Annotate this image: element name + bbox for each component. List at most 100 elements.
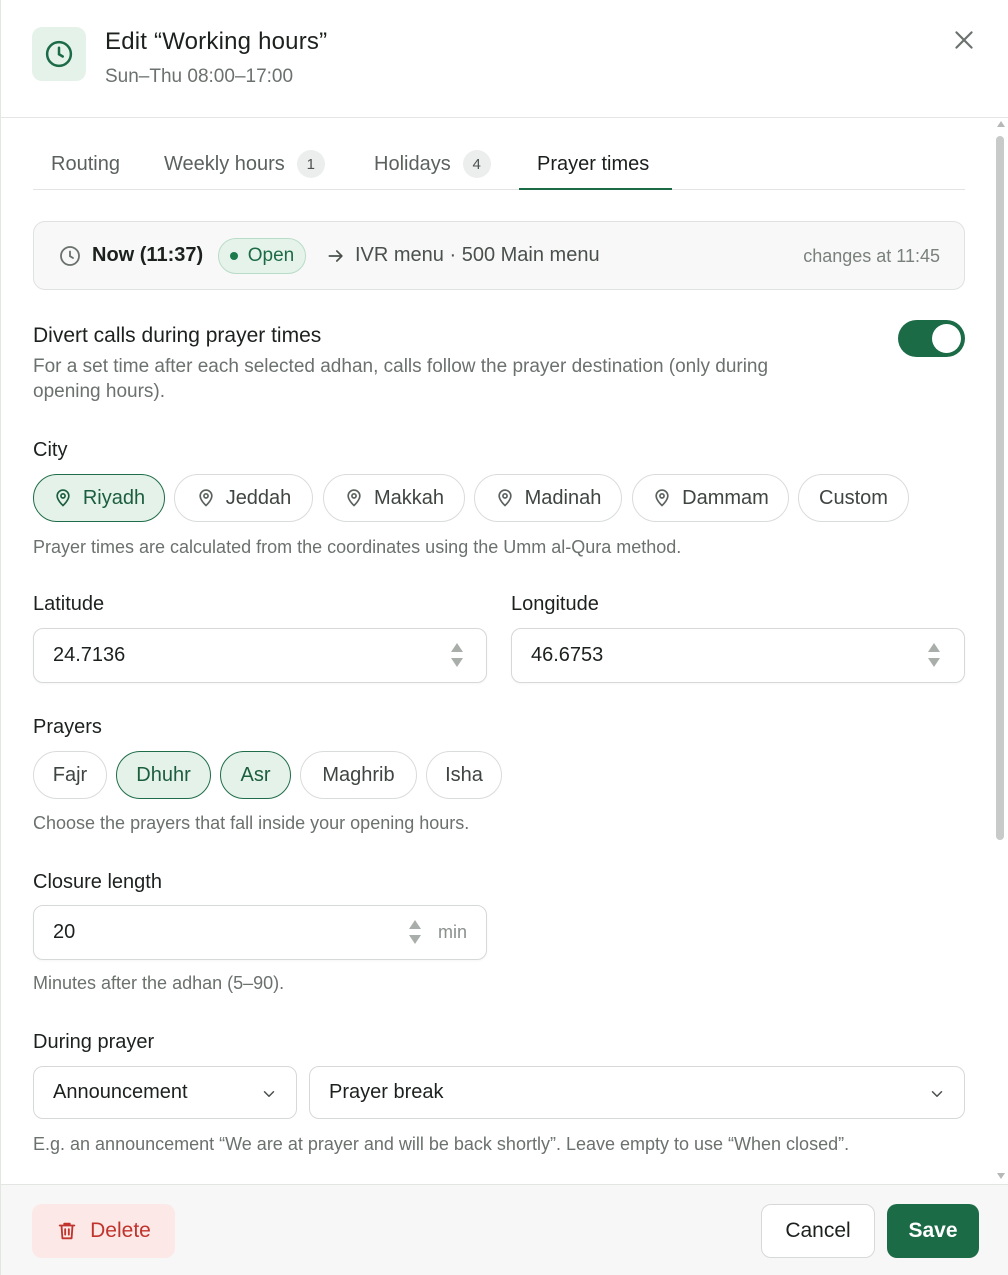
stepper-up-icon — [451, 643, 463, 652]
closure-value: 20 — [53, 921, 76, 943]
status-dot — [229, 252, 238, 260]
chip-label: Madinah — [524, 486, 602, 509]
map-pin-icon — [497, 489, 512, 507]
prayers-label: Prayers — [33, 716, 102, 738]
during-prayer-help: E.g. an announcement “We are at prayer a… — [33, 1134, 850, 1154]
tab-label: Holidays — [374, 152, 451, 175]
stepper-down-icon — [928, 658, 940, 667]
city-chip-madinah[interactable]: Madinah — [474, 474, 622, 522]
chevron-down-icon — [260, 1085, 278, 1108]
map-pin-icon — [347, 489, 361, 507]
stepper-up-icon — [928, 643, 940, 652]
tab-routing[interactable]: Routing — [51, 138, 120, 190]
map-pin-icon — [655, 489, 669, 507]
tab-count-badge: 4 — [462, 150, 491, 178]
latitude-input[interactable]: 24.7136 — [33, 628, 487, 683]
longitude-label: Longitude — [511, 593, 599, 615]
closure-unit: min — [438, 922, 468, 942]
cancel-button[interactable]: Cancel — [761, 1204, 875, 1258]
chevron-down-icon — [928, 1085, 946, 1108]
divert-title: Divert calls during prayer times — [33, 324, 322, 347]
divert-toggle[interactable] — [898, 320, 965, 357]
arrow-right-icon — [326, 246, 346, 271]
stepper-down-icon — [451, 658, 463, 667]
closure-stepper[interactable] — [408, 920, 422, 946]
chip-label: Isha — [445, 763, 483, 786]
closure-label: Closure length — [33, 871, 162, 893]
tab-bar: Routing Weekly hours 1 Holidays 4 Prayer… — [33, 138, 965, 190]
active-tab-indicator — [519, 188, 672, 190]
prayer-chip-fajr[interactable]: Fajr — [33, 751, 107, 799]
select-value: Prayer break — [329, 1081, 444, 1103]
prayer-chip-asr[interactable]: Asr — [220, 751, 291, 799]
city-chip-makkah[interactable]: Makkah — [323, 474, 465, 522]
latitude-stepper[interactable] — [450, 643, 464, 669]
delete-label: Delete — [90, 1219, 151, 1242]
divert-help-line: For a set time after each selected adhan… — [33, 356, 769, 377]
close-icon[interactable] — [951, 27, 977, 53]
dialog-title: Edit “Working hours” — [105, 28, 328, 55]
chip-label: Jeddah — [225, 486, 292, 509]
longitude-stepper[interactable] — [927, 643, 941, 669]
closure-input[interactable]: 20 min — [33, 905, 487, 960]
clock-icon — [58, 244, 82, 273]
scroll-up-arrow[interactable] — [997, 121, 1005, 127]
city-help: Prayer times are calculated from the coo… — [33, 537, 682, 557]
tab-label: Routing — [51, 152, 120, 175]
chip-label: Dammam — [682, 486, 769, 509]
dialog-body: Routing Weekly hours 1 Holidays 4 Prayer… — [0, 118, 1008, 1184]
city-chip-jeddah[interactable]: Jeddah — [174, 474, 313, 522]
map-pin-icon — [199, 489, 213, 507]
stepper-down-icon — [409, 935, 421, 944]
trash-icon — [58, 1222, 76, 1240]
tab-prayer-times[interactable]: Prayer times — [537, 138, 649, 190]
tab-weekly-hours[interactable]: Weekly hours 1 — [164, 138, 325, 190]
longitude-value: 46.6753 — [531, 644, 604, 666]
during-type-select[interactable]: Announcement — [33, 1066, 297, 1119]
clock-icon — [32, 27, 86, 81]
city-label: City — [33, 439, 68, 461]
prayer-chip-dhuhr[interactable]: Dhuhr — [116, 751, 211, 799]
chip-label: Asr — [240, 763, 271, 786]
chip-label: Riyadh — [82, 486, 146, 509]
scrollbar-thumb[interactable] — [996, 136, 1004, 840]
tab-count-badge: 1 — [296, 150, 325, 178]
status-badge-label: Open — [247, 245, 295, 266]
longitude-input[interactable]: 46.6753 — [511, 628, 965, 683]
cancel-label: Cancel — [785, 1219, 851, 1242]
city-chip-riyadh[interactable]: Riyadh — [33, 474, 165, 522]
chip-label: Maghrib — [322, 763, 395, 786]
divert-help-line: opening hours). — [33, 381, 166, 402]
save-label: Save — [908, 1219, 958, 1242]
divert-help: For a set time after each selected adhan… — [33, 354, 768, 404]
save-button[interactable]: Save — [887, 1204, 979, 1258]
city-chip-dammam[interactable]: Dammam — [632, 474, 789, 522]
chip-label: Makkah — [373, 486, 445, 509]
delete-button[interactable]: Delete — [32, 1204, 175, 1258]
prayer-chip-isha[interactable]: Isha — [426, 751, 502, 799]
status-bar: Now (11:37) Open IVR menu · 500 Main men… — [33, 221, 965, 290]
status-badge: Open — [218, 238, 306, 274]
stepper-up-icon — [409, 920, 421, 929]
map-pin-icon — [56, 489, 70, 507]
status-destination: IVR menu · 500 Main menu — [355, 244, 600, 266]
status-now: Now (11:37) — [92, 244, 204, 266]
during-prayer-label: During prayer — [33, 1031, 155, 1053]
prayers-help: Choose the prayers that fall inside your… — [33, 813, 470, 833]
city-chip-custom[interactable]: Custom — [798, 474, 909, 522]
latitude-label: Latitude — [33, 593, 105, 615]
dialog-footer: Delete Cancel Save — [0, 1184, 1008, 1275]
tab-holidays[interactable]: Holidays 4 — [374, 138, 491, 190]
status-next-change: changes at 11:45 — [803, 246, 940, 266]
closure-help: Minutes after the adhan (5–90). — [33, 973, 285, 993]
dialog-header: Edit “Working hours” Sun–Thu 08:00–17:00 — [0, 0, 1008, 118]
tab-label: Prayer times — [537, 152, 650, 175]
tab-label: Weekly hours — [164, 152, 285, 175]
chip-label: Dhuhr — [136, 763, 191, 786]
chip-label: Fajr — [52, 763, 88, 786]
dialog-subtitle: Sun–Thu 08:00–17:00 — [105, 66, 294, 87]
during-target-select[interactable]: Prayer break — [309, 1066, 965, 1119]
latitude-value: 24.7136 — [53, 644, 126, 666]
scroll-down-arrow[interactable] — [997, 1173, 1005, 1179]
prayer-chip-maghrib[interactable]: Maghrib — [300, 751, 417, 799]
